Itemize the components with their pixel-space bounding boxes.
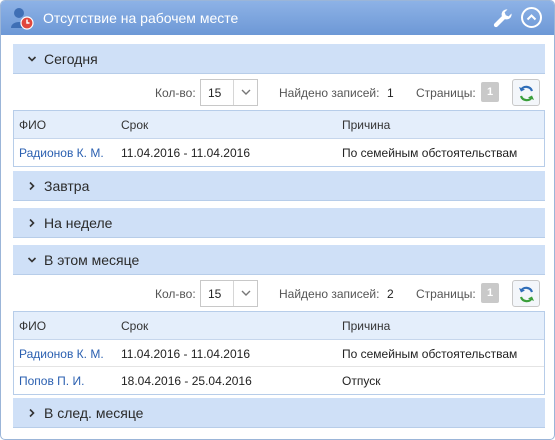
chevron-right-icon	[29, 181, 35, 191]
column-header-name[interactable]: ФИО	[19, 118, 46, 132]
column-header-reason[interactable]: Причина	[342, 319, 390, 333]
widget-titlebar: Отсутствие на рабочем месте	[1, 1, 554, 35]
chevron-down-icon[interactable]	[233, 80, 257, 105]
section-label: В след. месяце	[44, 405, 144, 421]
section-next-month[interactable]: В след. месяце	[13, 398, 545, 428]
column-header-period[interactable]: Срок	[121, 319, 148, 333]
section-label: Сегодня	[44, 51, 98, 67]
absence-reason: По семейным обстоятельствам	[342, 146, 518, 160]
page-number-button[interactable]: 1	[481, 82, 499, 102]
page-size-select[interactable]: 15	[200, 79, 258, 106]
absence-reason: По семейным обстоятельствам	[342, 347, 518, 361]
chevron-right-icon	[29, 218, 35, 228]
section-today[interactable]: Сегодня	[13, 44, 545, 74]
absence-period: 11.04.2016 - 11.04.2016	[121, 146, 250, 160]
chevron-right-icon	[29, 408, 35, 418]
pager-toolbar: Кол-во: 15 Найдено записей: 2 Страницы: …	[13, 280, 545, 310]
section-label: На неделе	[44, 215, 113, 231]
absence-period: 18.04.2016 - 25.04.2016	[121, 374, 252, 388]
page-size-value: 15	[208, 287, 222, 301]
absence-period: 11.04.2016 - 11.04.2016	[121, 347, 250, 361]
employee-name-link[interactable]: Попов П. И.	[19, 374, 84, 388]
refresh-icon	[519, 286, 534, 303]
employee-name-link[interactable]: Радионов К. М.	[19, 146, 104, 160]
found-count: 1	[387, 86, 394, 100]
refresh-button[interactable]	[512, 79, 540, 106]
table-row[interactable]: Попов П. И. 18.04.2016 - 25.04.2016 Отпу…	[14, 367, 544, 394]
absence-reason: Отпуск	[342, 374, 381, 388]
table-row[interactable]: Радионов К. М. 11.04.2016 - 11.04.2016 П…	[14, 139, 544, 166]
page-size-label: Кол-во:	[155, 86, 196, 100]
section-tomorrow[interactable]: Завтра	[13, 171, 545, 201]
section-this-week[interactable]: На неделе	[13, 208, 545, 238]
employee-name-link[interactable]: Радионов К. М.	[19, 347, 104, 361]
refresh-button[interactable]	[512, 280, 540, 307]
chevron-down-icon[interactable]	[233, 281, 257, 306]
absence-widget: Отсутствие на рабочем месте Сегодня Кол-…	[0, 0, 555, 440]
chevron-down-icon	[27, 257, 37, 263]
table-header: ФИО Срок Причина	[14, 111, 544, 139]
page-size-select[interactable]: 15	[200, 280, 258, 307]
section-label: Завтра	[44, 178, 90, 194]
page-size-value: 15	[208, 86, 222, 100]
absence-table: ФИО Срок Причина Радионов К. М. 11.04.20…	[13, 311, 545, 395]
found-label: Найдено записей:	[279, 86, 380, 100]
person-clock-icon	[10, 6, 34, 30]
table-header: ФИО Срок Причина	[14, 312, 544, 340]
page-number-button[interactable]: 1	[481, 283, 499, 303]
pages-label: Страницы:	[416, 86, 476, 100]
column-header-reason[interactable]: Причина	[342, 118, 390, 132]
column-header-name[interactable]: ФИО	[19, 319, 46, 333]
pager-toolbar: Кол-во: 15 Найдено записей: 1 Страницы: …	[13, 79, 545, 109]
column-header-period[interactable]: Срок	[121, 118, 148, 132]
found-label: Найдено записей:	[279, 287, 380, 301]
absence-table: ФИО Срок Причина Радионов К. М. 11.04.20…	[13, 110, 545, 167]
chevron-down-icon	[27, 56, 37, 62]
chevron-up-icon	[526, 14, 537, 21]
pages-label: Страницы:	[416, 287, 476, 301]
refresh-icon	[519, 85, 534, 102]
table-row[interactable]: Радионов К. М. 11.04.2016 - 11.04.2016 П…	[14, 340, 544, 367]
page-size-label: Кол-во:	[155, 287, 196, 301]
widget-title: Отсутствие на рабочем месте	[43, 10, 239, 26]
collapse-widget-button[interactable]	[521, 7, 542, 28]
section-label: В этом месяце	[44, 252, 140, 268]
wrench-icon[interactable]	[492, 7, 514, 29]
section-this-month[interactable]: В этом месяце	[13, 245, 545, 275]
found-count: 2	[387, 287, 394, 301]
